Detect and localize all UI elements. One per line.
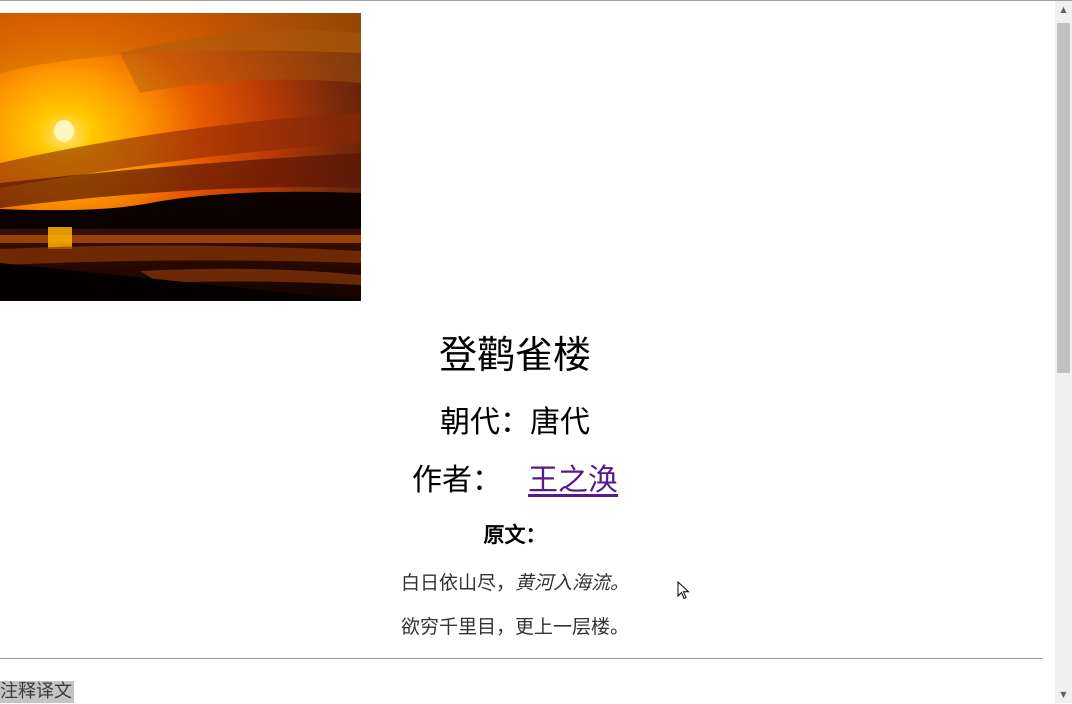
poem-line-1: 白日依山尽，黄河入海流。 (0, 569, 1030, 597)
sunset-image (0, 13, 361, 301)
original-text-label: 原文： (483, 522, 547, 547)
poem-line-1-plain: 白日依山尽， (400, 572, 515, 594)
poem-line-1-italic: 黄河入海流。 (515, 572, 630, 594)
scroll-thumb[interactable] (1057, 23, 1070, 373)
dynasty-label: 朝代： (440, 405, 530, 440)
vertical-scrollbar[interactable]: ▲ ▼ (1055, 1, 1072, 703)
section-divider (0, 658, 1042, 659)
poem-line-2-plain: 欲穷千里目，更上一层楼。 (400, 616, 629, 638)
author-line: 作者： 王之涣 (0, 459, 1030, 503)
translation-tab[interactable]: 注释译文 (0, 681, 74, 703)
dynasty-value: 唐代 (530, 405, 590, 440)
author-link[interactable]: 王之涣 (528, 463, 618, 498)
page-viewport: 登鹳雀楼 朝代：唐代 作者： 王之涣 原文： 白日依山尽，黄河入海流。 欲穷千里目… (0, 1, 1055, 703)
mouse-pointer-icon (677, 581, 690, 600)
dynasty-line: 朝代：唐代 (0, 401, 1030, 445)
scroll-down-arrow-icon[interactable]: ▼ (1055, 686, 1072, 703)
poem-title: 登鹳雀楼 (438, 333, 591, 377)
author-label: 作者： (412, 463, 502, 498)
scroll-up-arrow-icon[interactable]: ▲ (1055, 1, 1072, 18)
poem-line-2: 欲穷千里目，更上一层楼。 (0, 613, 1030, 641)
